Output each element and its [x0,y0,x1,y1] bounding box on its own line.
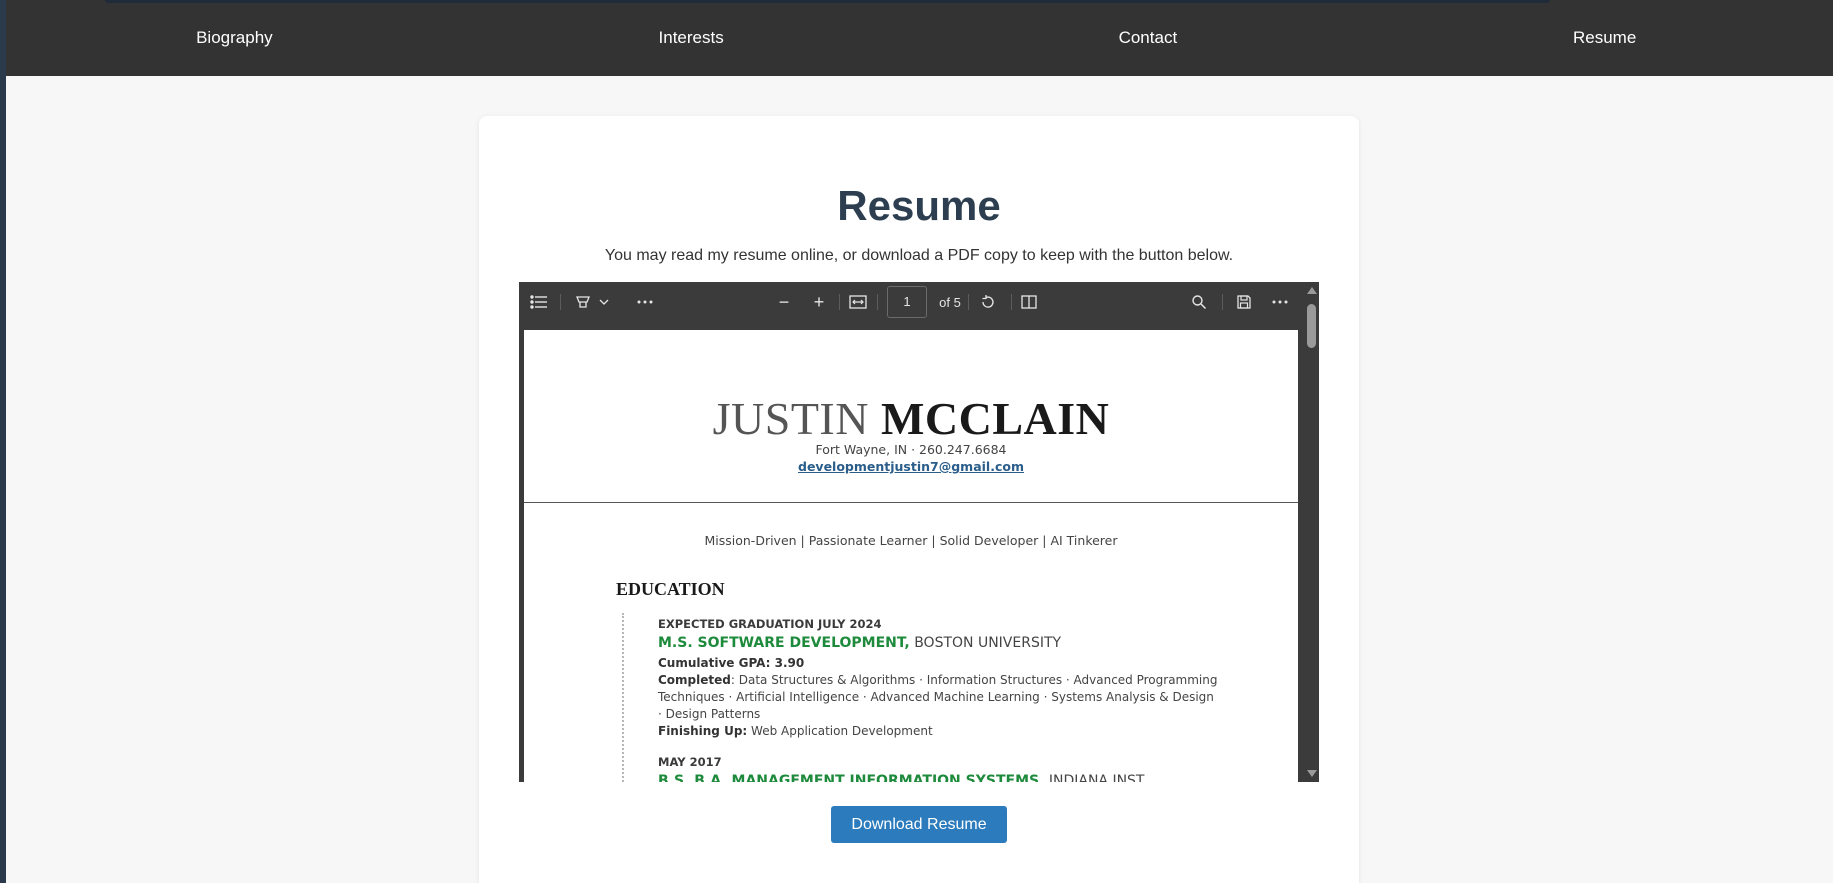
completed-courses: : Data Structures & Algorithms · Informa… [658,673,1218,721]
save-icon[interactable] [1234,292,1254,312]
finishing-label: Finishing Up: [658,724,748,738]
finishing-line: Finishing Up: Web Application Developmen… [658,723,1218,740]
fit-width-icon[interactable] [848,292,868,312]
page-total: of 5 [939,294,961,310]
list-icon[interactable] [529,292,549,312]
email-link[interactable]: developmentjustin7@gmail.com [524,459,1298,474]
page-view-icon[interactable] [1019,292,1039,312]
gpa-line: Cumulative GPA: 3.90 [658,655,1218,672]
contact-info: Fort Wayne, IN · 260.247.6684 [815,442,1007,457]
chevron-down-icon[interactable] [597,292,611,312]
entry-degree: B.S. B.A. MANAGEMENT INFORMATION SYSTEMS… [658,771,1218,782]
gpa-label: Cumulative GPA: 3.90 [658,656,805,670]
toolbar-divider [968,294,969,310]
top-shadow-strip [105,0,1550,3]
pdf-page: JUSTIN MCCLAIN Fort Wayne, IN · 260.247.… [524,330,1298,782]
scroll-thumb[interactable] [1307,304,1316,348]
education-entry: MAY 2017 B.S. B.A. MANAGEMENT INFORMATIO… [658,754,1218,782]
last-name: MCCLAIN [880,393,1110,444]
completed-label: Completed [658,673,731,687]
nav-contact[interactable]: Contact [920,28,1377,48]
nav-resume[interactable]: Resume [1376,28,1833,48]
resume-name: JUSTIN MCCLAIN [524,392,1298,445]
header-divider [524,502,1298,503]
rotate-icon[interactable] [978,292,998,312]
pdf-toolbar: − + 1 of 5 [519,282,1304,322]
search-icon[interactable] [1189,292,1209,312]
scroll-up-arrow-icon[interactable] [1307,287,1317,294]
finishing-course: Web Application Development [747,724,933,738]
entry-date: MAY 2017 [658,755,722,769]
degree-title: B.S. B.A. MANAGEMENT INFORMATION SYSTEMS… [658,773,1045,782]
toolbar-divider [839,294,840,310]
entry-date: EXPECTED GRADUATION JULY 2024 [658,617,882,631]
completed-line: Completed: Data Structures & Algorithms … [658,672,1218,723]
tagline: Mission-Driven | Passionate Learner | So… [704,533,1118,548]
toolbar-divider [1222,294,1223,310]
entry-degree: M.S. SOFTWARE DEVELOPMENT, BOSTON UNIVER… [658,633,1218,653]
school-name: BOSTON UNIVERSITY [914,635,1062,651]
toolbar-divider [560,294,561,310]
more-options-icon[interactable] [1270,292,1290,312]
scroll-down-arrow-icon[interactable] [1307,770,1317,777]
nav-biography[interactable]: Biography [6,28,463,48]
top-nav: Biography Interests Contact Resume [6,0,1833,76]
pdf-scrollbar[interactable] [1304,282,1319,782]
toolbar-divider [877,294,878,310]
toolbar-divider [1011,294,1012,310]
highlighter-icon[interactable] [573,292,593,312]
timeline-line [622,613,624,782]
first-name: JUSTIN [712,393,869,444]
download-resume-button[interactable]: Download Resume [831,806,1007,843]
window-edge [0,0,6,883]
zoom-in-button[interactable]: + [809,292,829,312]
more-icon[interactable] [635,292,655,312]
degree-title: M.S. SOFTWARE DEVELOPMENT, [658,635,910,651]
education-entry: EXPECTED GRADUATION JULY 2024 M.S. SOFTW… [658,616,1218,740]
zoom-out-button[interactable]: − [774,292,794,312]
education-heading: EDUCATION [616,579,725,599]
resume-card: Resume You may read my resume online, or… [479,116,1359,883]
pdf-viewer[interactable]: − + 1 of 5 JUSTIN MCCLAIN Fort Wayne, IN… [519,282,1319,782]
nav-interests[interactable]: Interests [463,28,920,48]
page-number-input[interactable]: 1 [887,286,927,318]
page-subtitle: You may read my resume online, or downlo… [604,247,1234,264]
page-title: Resume [837,182,1001,229]
